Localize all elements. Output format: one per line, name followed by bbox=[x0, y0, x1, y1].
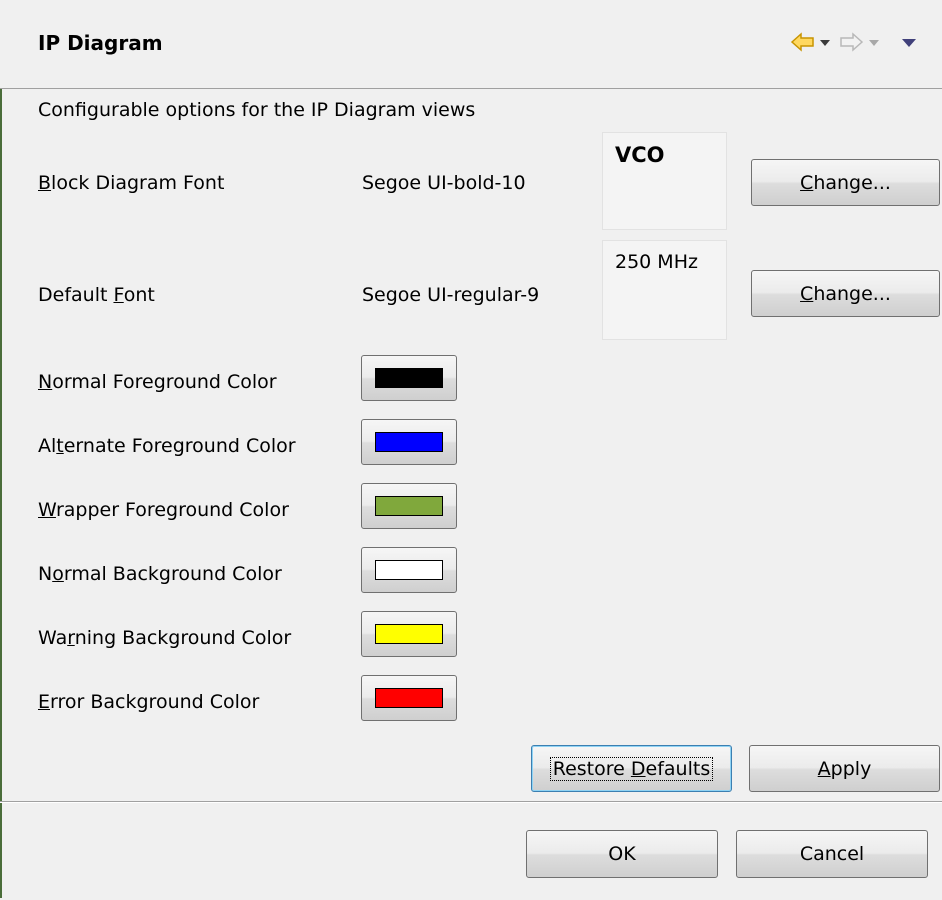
arrow-left-icon[interactable] bbox=[790, 30, 816, 58]
alternate-foreground-color-label: Alternate Foreground Color bbox=[38, 435, 296, 457]
arrow-right-icon bbox=[838, 30, 864, 58]
normal-background-color-label: Normal Background Color bbox=[38, 563, 282, 585]
default-font-sample: 250 MHz bbox=[615, 251, 698, 273]
forward-dropdown-icon bbox=[868, 38, 880, 66]
default-font-change-button[interactable]: Change... bbox=[751, 270, 940, 317]
apply-button[interactable]: Apply bbox=[749, 745, 940, 792]
block-diagram-font-label: Block Diagram Font bbox=[38, 172, 225, 194]
default-font-change-label: Change... bbox=[800, 282, 891, 305]
default-font-value: Segoe UI-regular-9 bbox=[362, 284, 540, 306]
block-diagram-font-value: Segoe UI-bold-10 bbox=[362, 172, 526, 194]
block-diagram-font-change-button[interactable]: Change... bbox=[751, 159, 940, 206]
block-diagram-font-sample: VCO bbox=[615, 143, 665, 167]
page-title: IP Diagram bbox=[38, 31, 163, 55]
default-font-preview: 250 MHz bbox=[602, 240, 727, 340]
error-background-color-label: Error Background Color bbox=[38, 691, 260, 713]
page-header: IP Diagram bbox=[0, 0, 942, 89]
wrapper-foreground-color-label: Wrapper Foreground Color bbox=[38, 499, 289, 521]
normal-background-color-swatch bbox=[375, 560, 443, 580]
alternate-foreground-color-swatch bbox=[375, 432, 443, 452]
back-dropdown-icon[interactable] bbox=[819, 38, 831, 66]
apply-label: Apply bbox=[817, 757, 872, 780]
page-description: Configurable options for the IP Diagram … bbox=[38, 99, 476, 121]
error-background-color-button[interactable] bbox=[361, 675, 457, 721]
default-font-label: Default Font bbox=[38, 284, 155, 306]
cancel-button[interactable]: Cancel bbox=[736, 830, 928, 878]
warning-background-color-swatch bbox=[375, 624, 443, 644]
cancel-label: Cancel bbox=[799, 843, 865, 865]
wrapper-foreground-color-button[interactable] bbox=[361, 483, 457, 529]
view-menu-icon[interactable] bbox=[901, 38, 917, 66]
normal-foreground-color-button[interactable] bbox=[361, 355, 457, 401]
warning-background-color-label: Warning Background Color bbox=[38, 627, 292, 649]
normal-foreground-color-label: Normal Foreground Color bbox=[38, 371, 277, 393]
normal-background-color-button[interactable] bbox=[361, 547, 457, 593]
restore-defaults-label: Restore Defaults bbox=[549, 756, 714, 781]
button-bar-divider bbox=[0, 801, 942, 803]
wrapper-foreground-color-swatch bbox=[375, 496, 443, 516]
warning-background-color-button[interactable] bbox=[361, 611, 457, 657]
alternate-foreground-color-button[interactable] bbox=[361, 419, 457, 465]
ok-label: OK bbox=[608, 843, 636, 865]
error-background-color-swatch bbox=[375, 688, 443, 708]
block-diagram-font-change-label: Change... bbox=[800, 171, 891, 194]
ok-button[interactable]: OK bbox=[526, 830, 718, 878]
restore-defaults-button[interactable]: Restore Defaults bbox=[531, 745, 732, 792]
block-diagram-font-preview: VCO bbox=[602, 132, 727, 230]
normal-foreground-color-swatch bbox=[375, 368, 443, 388]
